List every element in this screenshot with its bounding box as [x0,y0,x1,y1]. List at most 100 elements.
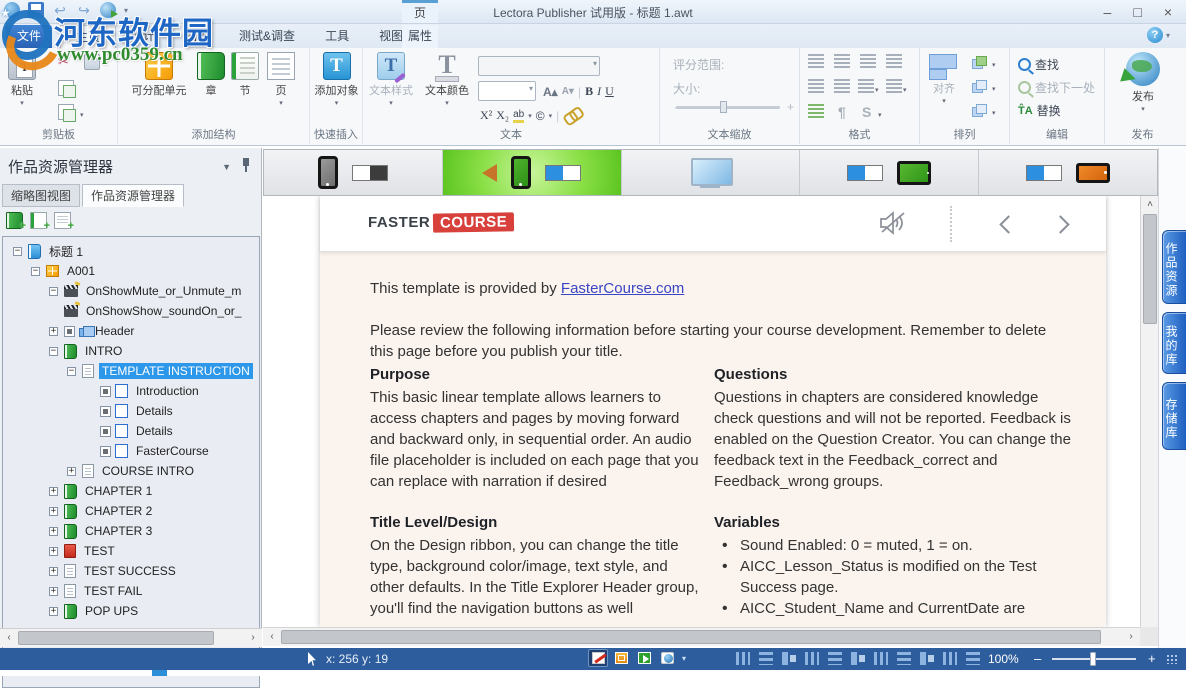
tab-file[interactable]: 文件 [6,25,52,48]
tree-checkbox[interactable] [100,446,111,457]
canvas-vscrollbar[interactable]: ˄ [1140,196,1158,627]
tab-插入[interactable]: 插入 [170,25,224,48]
tree-item-label[interactable]: Details [133,423,176,439]
assignable-unit-button[interactable]: 可分配单元 [126,52,192,98]
tree-checkbox[interactable] [100,406,111,417]
page-button[interactable]: 页 ▾ [266,52,296,107]
tree-item[interactable]: −标题 1 [3,241,259,261]
browser-preview-button[interactable] [657,649,677,667]
vertical-align-icon[interactable] [808,104,824,120]
align-button[interactable]: 对齐 ▾ [926,54,962,105]
replace-button[interactable]: T̂A 替换 [1018,102,1061,119]
tree-item-label[interactable]: Header [92,323,137,339]
find-button[interactable]: 查找 [1018,56,1059,73]
font-size-combo[interactable] [478,81,536,101]
tree-checkbox[interactable] [100,386,111,397]
tab-设计[interactable]: 设计 [116,25,170,48]
device-segment-phone-landscape[interactable] [979,150,1157,195]
tree-expander-icon[interactable]: − [67,367,76,376]
tree-item-label[interactable]: COURSE INTRO [99,463,197,479]
superscript-button[interactable]: X² [480,108,492,123]
explorer-menu-caret-icon[interactable]: ▼ [222,162,231,172]
text-scale-handle[interactable] [720,101,727,113]
resize-grip-icon[interactable] [1166,654,1178,664]
text-scale-slider[interactable]: – + [662,100,798,114]
tree-checkbox[interactable] [100,426,111,437]
fastercourse-link[interactable]: FasterCourse.com [561,280,684,297]
text-color-button[interactable]: T 文本颜色 ▾ [421,52,473,107]
chapter-button[interactable]: 章 [196,52,226,98]
make-same-size-icon[interactable] [966,652,980,665]
section-button[interactable]: 节 [230,52,260,98]
tree-checkbox[interactable] [64,326,75,337]
cut-icon[interactable]: ✂ [58,54,74,70]
help-caret-icon[interactable]: ▾ [1166,31,1170,40]
zoom-in-button[interactable]: + [1148,651,1156,666]
font-family-combo[interactable] [478,56,600,76]
device-segment-desktop[interactable] [622,150,801,195]
tab-properties[interactable]: 属性 [402,25,438,48]
indent-icon[interactable] [834,79,850,95]
paste-options-icon[interactable] [58,104,74,120]
add-section-icon[interactable]: + [30,212,47,229]
canvas-scroll-left-icon[interactable]: ‹ [265,630,279,644]
copy-icon[interactable] [58,80,74,96]
tree-item-label[interactable]: TEST SUCCESS [81,563,179,579]
align-right-edges-icon[interactable] [759,652,773,665]
tree-item-label[interactable]: 标题 1 [46,242,86,261]
maximize-button[interactable]: □ [1133,0,1141,24]
highlight-icon[interactable]: ab [513,109,524,123]
tree-item[interactable]: Details [3,421,259,441]
tree-item-label[interactable]: TEST [81,543,118,559]
bring-forward-caret-icon[interactable]: ▾ [992,61,996,69]
tree-item[interactable]: +Header [3,321,259,341]
align-center-icon[interactable] [834,54,850,70]
symbol-caret-icon[interactable]: ▾ [549,112,553,120]
tree-item-label[interactable]: OnShowMute_or_Unmute_m [83,283,244,299]
add-object-button[interactable]: T 添加对象 ▾ [312,52,361,107]
tree-expander-icon[interactable]: − [49,347,58,356]
tree-item[interactable]: +CHAPTER 1 [3,481,259,501]
zoom-out-button[interactable]: – [1034,651,1041,666]
align-left-icon[interactable] [808,54,824,70]
tree-item-label[interactable]: TEST FAIL [81,583,145,599]
tree-expander-icon[interactable]: − [31,267,40,276]
tree-item[interactable]: +CHAPTER 3 [3,521,259,541]
edit-mode-button[interactable] [588,649,608,667]
tree-expander-icon[interactable]: + [49,587,58,596]
tab-主页[interactable]: 主页 [60,25,116,48]
bold-button[interactable]: B [585,84,593,99]
tree-item-label[interactable]: OnShowShow_soundOn_or_ [83,303,244,319]
tree-item-label[interactable]: Details [133,403,176,419]
explorer-hscrollbar[interactable]: ‹ › [0,628,262,647]
tree-item[interactable]: −A001 [3,261,259,281]
toggle-blue-icon[interactable] [847,165,883,181]
preview-mode-button[interactable] [634,649,654,667]
previous-page-icon[interactable] [999,215,1017,233]
toggle-dark-icon[interactable] [352,165,388,181]
scroll-right-icon[interactable]: › [246,631,260,645]
distribute-vertical-icon[interactable] [897,652,911,665]
text-style-button[interactable]: T 文本样式 ▾ [365,52,417,107]
side-tab-存储库[interactable]: 存储库 [1162,382,1186,450]
italic-button[interactable]: I [597,84,601,99]
tree-item[interactable]: −INTRO [3,341,259,361]
tree-expander-icon[interactable]: + [49,527,58,536]
underline-button[interactable]: U [605,84,614,99]
tree-item[interactable]: + TEST FAIL [3,581,259,601]
align-justify-icon[interactable] [886,54,902,70]
explorer-tab-作品资源管理器[interactable]: 作品资源管理器 [82,184,184,207]
help-button[interactable]: ? ▾ [1147,27,1170,43]
symbol-button[interactable]: © [536,109,545,123]
side-tab-作品资源[interactable]: 作品资源 [1162,230,1186,304]
next-page-icon[interactable] [1051,215,1069,233]
align-left-edges-icon[interactable] [736,652,750,665]
canvas-scroll-right-icon[interactable]: › [1124,630,1138,644]
explorer-tab-缩略图视图[interactable]: 缩略图视图 [2,184,80,207]
tree-expander-icon[interactable]: + [49,567,58,576]
subscript-button[interactable]: X₂ [496,108,509,123]
tree-item[interactable]: +CHAPTER 2 [3,501,259,521]
tree-item[interactable]: Introduction [3,381,259,401]
device-segment-tablet-landscape[interactable] [800,150,979,195]
tree-item-label[interactable]: CHAPTER 2 [82,503,155,519]
